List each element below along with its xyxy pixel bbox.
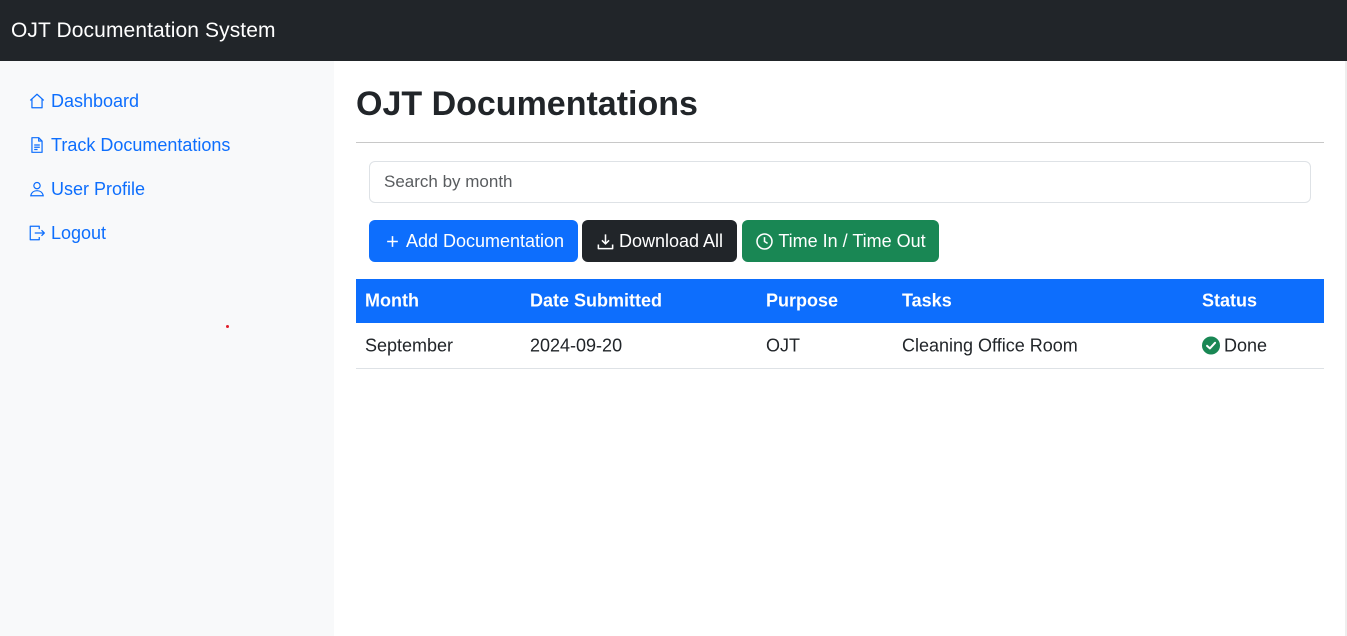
search-input[interactable] [369, 161, 1311, 203]
sidebar: Dashboard Track Documentations User Prof… [0, 61, 334, 636]
time-in-time-out-label: Time In / Time Out [778, 230, 926, 251]
person-icon [30, 181, 44, 197]
column-header-status[interactable]: Status [1202, 291, 1257, 312]
add-documentation-label: Add Documentation [405, 230, 565, 251]
download-all-button[interactable]: Download All [582, 220, 737, 262]
download-icon [597, 233, 614, 249]
cell-month: September [365, 335, 454, 355]
table-row[interactable]: September 2024-09-20 OJT Cleaning Office… [356, 323, 1324, 369]
clock-icon [756, 232, 774, 250]
sidebar-item-label: Logout [51, 222, 107, 243]
sidebar-item-dashboard[interactable]: Dashboard [28, 89, 139, 113]
main-content: OJT Documentations Add Documentation Dow… [334, 61, 1345, 636]
cell-date-submitted: 2024-09-20 [530, 335, 623, 355]
cell-purpose: OJT [766, 335, 800, 355]
download-all-label: Download All [618, 230, 724, 251]
status-badge: Done [1202, 335, 1267, 356]
sidebar-item-logout[interactable]: Logout [28, 221, 106, 245]
house-icon [29, 93, 45, 109]
time-in-time-out-button[interactable]: Time In / Time Out [742, 220, 939, 262]
document-icon [31, 137, 43, 153]
cell-tasks: Cleaning Office Room [902, 335, 1078, 355]
table-header: Month Date Submitted Purpose Tasks Statu… [356, 279, 1324, 323]
column-header-date-submitted[interactable]: Date Submitted [530, 291, 662, 312]
sidebar-item-user-profile[interactable]: User Profile [28, 177, 145, 201]
plus-icon [387, 235, 398, 247]
sidebar-item-label: Track Documentations [51, 134, 231, 155]
app-title[interactable]: OJT Documentation System [11, 19, 276, 43]
title-divider [356, 142, 1324, 143]
status-text: Done [1224, 335, 1268, 355]
sidebar-item-track-documentations[interactable]: Track Documentations [28, 133, 230, 157]
column-header-month[interactable]: Month [365, 291, 419, 312]
red-dot-mark [226, 325, 229, 328]
check-circle-icon [1202, 336, 1220, 355]
top-navbar: OJT Documentation System [0, 0, 1347, 61]
page-title: OJT Documentations [356, 85, 698, 123]
add-documentation-button[interactable]: Add Documentation [369, 220, 578, 262]
logout-icon [29, 225, 45, 241]
sidebar-item-label: Dashboard [51, 90, 140, 111]
sidebar-item-label: User Profile [51, 178, 146, 199]
column-header-purpose[interactable]: Purpose [766, 291, 838, 312]
column-header-tasks[interactable]: Tasks [902, 291, 952, 312]
